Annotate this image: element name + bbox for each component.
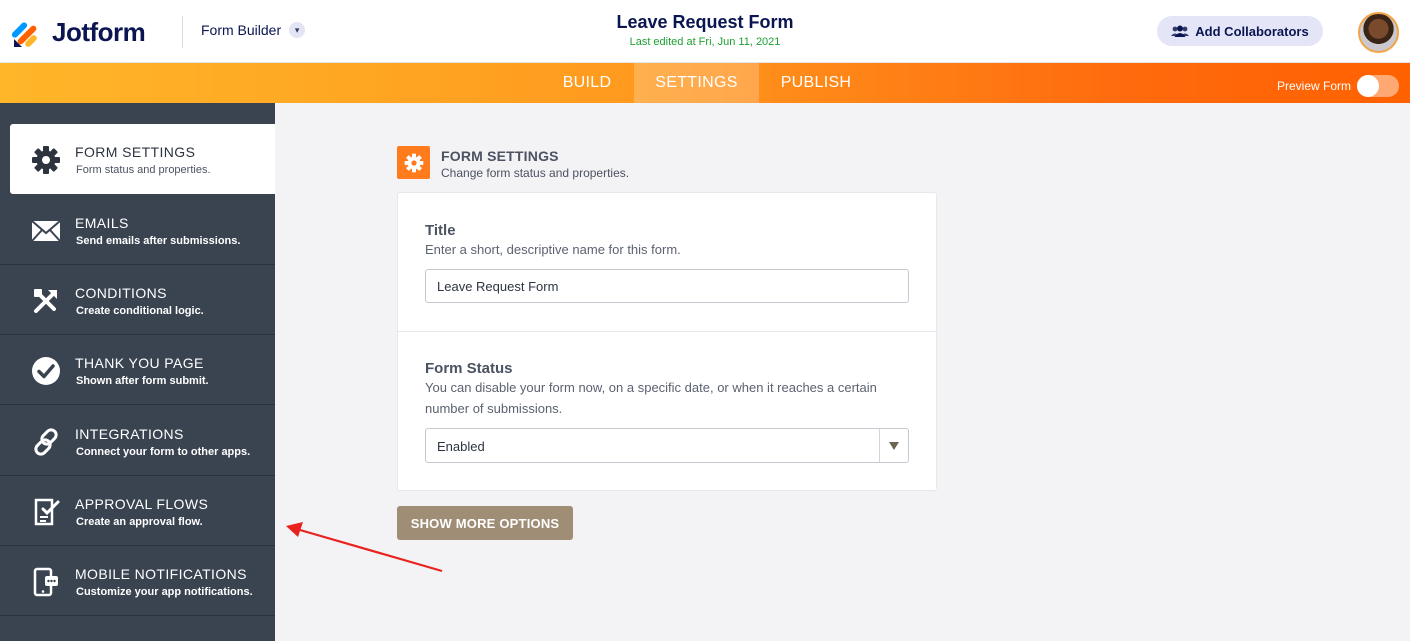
sidebar-item-thank-you-page[interactable]: THANK YOU PAGE Shown after form submit.: [0, 335, 275, 405]
toggle-knob: [1357, 75, 1380, 97]
gear-icon: [30, 144, 61, 175]
chevron-down-icon: ▾: [289, 22, 306, 38]
sidebar-item-emails[interactable]: EMAILS Send emails after submissions.: [0, 195, 275, 265]
jotform-logo[interactable]: Jotform: [12, 17, 146, 48]
sidebar-item-form-settings[interactable]: FORM SETTINGS Form status and properties…: [10, 124, 275, 194]
sidebar-item-title: MOBILE NOTIFICATIONS: [75, 566, 247, 582]
tab-build[interactable]: BUILD: [540, 63, 634, 103]
dropdown-arrow-icon: [879, 429, 908, 462]
sidebar-item-conditions[interactable]: CONDITIONS Create conditional logic.: [0, 265, 275, 335]
users-icon: [1171, 25, 1190, 37]
approval-icon: [30, 496, 61, 527]
form-builder-dropdown[interactable]: Form Builder ▾: [201, 22, 306, 38]
form-status-value: Enabled: [437, 439, 485, 454]
sidebar-item-title: EMAILS: [75, 215, 129, 231]
preview-form-toggle[interactable]: [1357, 75, 1400, 97]
sidebar-item-title: CONDITIONS: [75, 285, 167, 301]
preview-form-label: Preview Form: [1277, 79, 1352, 93]
sidebar-item-title: THANK YOU PAGE: [75, 355, 204, 371]
builder-nav: BUILD SETTINGS PUBLISH Preview Form: [0, 63, 1410, 103]
tab-publish[interactable]: PUBLISH: [759, 63, 873, 103]
section-title: FORM SETTINGS: [441, 148, 559, 164]
form-title-input[interactable]: [425, 269, 909, 303]
title-field-label: Title: [425, 222, 456, 239]
sidebar-item-desc: Send emails after submissions.: [76, 235, 241, 247]
envelope-icon: [30, 215, 61, 246]
check-circle-icon: [30, 355, 61, 386]
form-status-select[interactable]: Enabled: [425, 428, 909, 463]
sidebar-item-approval-flows[interactable]: APPROVAL FLOWS Create an approval flow.: [0, 476, 275, 546]
show-more-options-button[interactable]: SHOW MORE OPTIONS: [397, 506, 573, 540]
sidebar-item-desc: Create conditional logic.: [76, 305, 204, 317]
mobile-notification-icon: [30, 566, 61, 597]
jotform-logo-icon: [12, 21, 37, 47]
sidebar-item-title: APPROVAL FLOWS: [75, 496, 209, 512]
sidebar-item-integrations[interactable]: INTEGRATIONS Connect your form to other …: [0, 406, 275, 476]
title-field-help: Enter a short, descriptive name for this…: [425, 242, 681, 257]
form-status-help: You can disable your form now, on a spec…: [425, 380, 877, 416]
preview-form-toggle-group: Preview Form: [1277, 75, 1400, 97]
card-divider: [398, 331, 936, 332]
add-collaborators-button[interactable]: Add Collaborators: [1157, 16, 1323, 46]
sidebar-item-mobile-notifications[interactable]: MOBILE NOTIFICATIONS Customize your app …: [0, 546, 275, 616]
sidebar-item-desc: Form status and properties.: [76, 164, 211, 176]
sidebar-item-desc: Connect your form to other apps.: [76, 446, 251, 458]
section-header: FORM SETTINGS Change form status and pro…: [397, 146, 629, 180]
top-header: Jotform Form Builder ▾ Leave Request For…: [0, 0, 1410, 63]
user-avatar[interactable]: [1358, 12, 1399, 53]
form-builder-label: Form Builder: [201, 22, 282, 38]
sidebar-item-desc: Customize your app notifications.: [76, 586, 253, 598]
section-subtitle: Change form status and properties.: [441, 166, 630, 180]
add-collaborators-label: Add Collaborators: [1195, 23, 1309, 39]
sidebar-item-title: INTEGRATIONS: [75, 426, 184, 442]
logo-text: Jotform: [52, 17, 146, 47]
settings-gear-icon: [397, 146, 430, 179]
link-icon: [30, 426, 61, 457]
header-divider: [182, 16, 183, 48]
sidebar-item-desc: Shown after form submit.: [76, 375, 209, 387]
sidebar-item-title: FORM SETTINGS: [75, 144, 196, 160]
sidebar-item-desc: Create an approval flow.: [76, 516, 203, 528]
conditions-icon: [30, 285, 61, 316]
tab-settings[interactable]: SETTINGS: [634, 63, 759, 103]
form-status-label: Form Status: [425, 360, 513, 377]
settings-sidebar: FORM SETTINGS Form status and properties…: [0, 103, 275, 641]
settings-card: Title Enter a short, descriptive name fo…: [397, 192, 937, 491]
